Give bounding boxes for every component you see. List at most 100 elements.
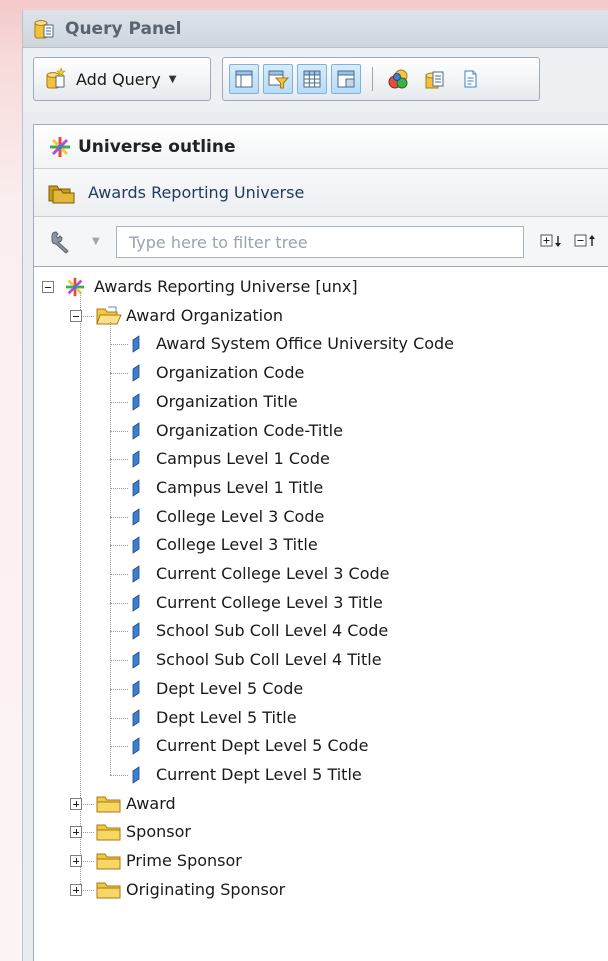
- query-properties-toggle-button[interactable]: [331, 64, 361, 94]
- tree-item[interactable]: Dept Level 5 Title: [34, 704, 594, 732]
- tree-item[interactable]: Campus Level 1 Code: [34, 445, 594, 473]
- tree-item-label: College Level 3 Code: [156, 506, 325, 526]
- tree-connector: [110, 373, 128, 375]
- properties-icon: [425, 71, 444, 89]
- universe-name: Awards Reporting Universe: [88, 183, 305, 202]
- data-preview-toggle-button[interactable]: [297, 64, 327, 94]
- universe-selector[interactable]: Awards Reporting Universe ▼: [34, 169, 608, 217]
- tree-item[interactable]: Award System Office University Code: [34, 330, 594, 358]
- tree-connector: [80, 315, 94, 317]
- tree-connector: [80, 889, 94, 891]
- panel-header: Query Panel: [23, 10, 608, 48]
- tree-connector: [110, 459, 128, 461]
- folder-open-icon: [96, 306, 122, 325]
- dimension-icon: [132, 766, 140, 784]
- dimension-icon: [132, 737, 140, 755]
- tree-folder-prime-sponsor[interactable]: Prime Sponsor: [34, 847, 594, 875]
- expand-toggle-icon[interactable]: [70, 855, 82, 867]
- tree-item-label: School Sub Coll Level 4 Code: [156, 621, 389, 641]
- toolbar: Add Query ▼: [23, 48, 608, 112]
- panel-layout-icon: [235, 70, 253, 88]
- tree-connector: [110, 344, 128, 346]
- document-icon: [464, 70, 477, 88]
- tree-item[interactable]: Current College Level 3 Title: [34, 589, 594, 617]
- query-filters-toggle-button[interactable]: [263, 64, 293, 94]
- tree-item[interactable]: College Level 3 Title: [34, 531, 594, 559]
- dimension-icon: [132, 335, 140, 354]
- tree-folder-label: Originating Sponsor: [126, 879, 286, 899]
- dimension-icon: [132, 651, 140, 669]
- chevron-down-icon[interactable]: ▼: [92, 236, 100, 247]
- tree-item-label: Organization Code: [156, 363, 305, 383]
- add-query-label: Add Query: [76, 69, 161, 89]
- dimension-icon: [132, 536, 140, 555]
- tree-connector: [110, 516, 128, 518]
- add-query-icon: [46, 67, 66, 89]
- tree-folder-award-organization[interactable]: Award Organization: [34, 302, 594, 330]
- tree-item[interactable]: College Level 3 Code: [34, 503, 594, 531]
- universe-star-icon: [50, 136, 70, 157]
- expand-toggle-icon[interactable]: [70, 797, 82, 810]
- folder-icon: [96, 796, 121, 813]
- expand-toggle-icon[interactable]: [70, 883, 82, 896]
- universe-star-icon: [65, 277, 85, 297]
- tree-item[interactable]: Organization Code: [34, 359, 594, 387]
- tree-folder-label: Award Organization: [126, 305, 284, 325]
- tree-item[interactable]: Current College Level 3 Code: [34, 560, 594, 588]
- tree-folder-sponsor[interactable]: Sponsor: [34, 818, 594, 846]
- tree-item[interactable]: Organization Title: [34, 388, 594, 416]
- result-objects-toggle-button[interactable]: [229, 64, 259, 94]
- filter-row: ▼: [34, 217, 608, 267]
- collapse-toggle-icon[interactable]: [70, 309, 82, 322]
- dimension-icon: [132, 479, 140, 497]
- tree-item-label: Organization Title: [156, 391, 298, 411]
- properties-panel-icon: [337, 70, 355, 88]
- dimension-icon: [132, 622, 140, 641]
- expand-toggle-icon[interactable]: [70, 826, 82, 839]
- tree-connector: [110, 322, 111, 775]
- toolbar-separator: [372, 67, 373, 91]
- tree-item[interactable]: Dept Level 5 Code: [34, 675, 594, 703]
- tree-connector: [110, 487, 128, 489]
- tree-item-label: Award System Office University Code: [156, 334, 455, 354]
- dimension-icon: [132, 364, 140, 382]
- dimension-icon: [132, 708, 140, 727]
- tree-connector: [110, 660, 128, 662]
- tree-connector: [80, 803, 94, 805]
- tree-item-label: Current College Level 3 Title: [156, 592, 383, 612]
- add-query-button[interactable]: Add Query ▼: [33, 57, 211, 101]
- folder-icon: [96, 824, 121, 841]
- tree-folder-award[interactable]: Award: [34, 790, 594, 818]
- tree-item-label: Current Dept Level 5 Code: [156, 736, 369, 756]
- tree-item[interactable]: Organization Code-Title: [34, 417, 594, 445]
- tree-item[interactable]: School Sub Coll Level 4 Title: [34, 646, 594, 674]
- tree-item[interactable]: Current Dept Level 5 Code: [34, 732, 594, 760]
- folder-icon: [96, 882, 121, 899]
- tree-item[interactable]: School Sub Coll Level 4 Code: [34, 617, 594, 645]
- tree-connector: [110, 717, 128, 719]
- dimension-icon: [132, 680, 140, 698]
- wrench-icon[interactable]: [48, 230, 76, 254]
- tree-item[interactable]: Current Dept Level 5 Title: [34, 761, 594, 789]
- dimension-icon: [132, 421, 140, 440]
- collapse-toggle-icon[interactable]: [42, 281, 54, 293]
- dimension-icon: [132, 450, 140, 468]
- expand-all-icon[interactable]: [540, 231, 564, 251]
- universe-folder-icon: [48, 185, 75, 203]
- tree-item[interactable]: Campus Level 1 Title: [34, 474, 594, 502]
- panel-title: Query Panel: [65, 18, 182, 39]
- query-properties-button[interactable]: [419, 64, 449, 94]
- tree-connector: [110, 746, 128, 748]
- chevron-down-icon: ▼: [168, 73, 177, 85]
- filter-icon: [268, 70, 289, 89]
- collapse-all-icon[interactable]: [574, 231, 598, 251]
- filter-tree-input[interactable]: [116, 226, 524, 258]
- tree-connector: [110, 631, 128, 633]
- tree-item-label: Organization Code-Title: [156, 420, 343, 440]
- dimension-icon: [132, 593, 140, 612]
- tree-folder-originating-sponsor[interactable]: Originating Sponsor: [34, 876, 594, 904]
- tree-connector: [110, 774, 128, 776]
- view-script-button[interactable]: [455, 64, 485, 94]
- combined-query-button[interactable]: [383, 64, 413, 94]
- universe-tree: Awards Reporting Universe [unx] Award Or…: [34, 267, 608, 961]
